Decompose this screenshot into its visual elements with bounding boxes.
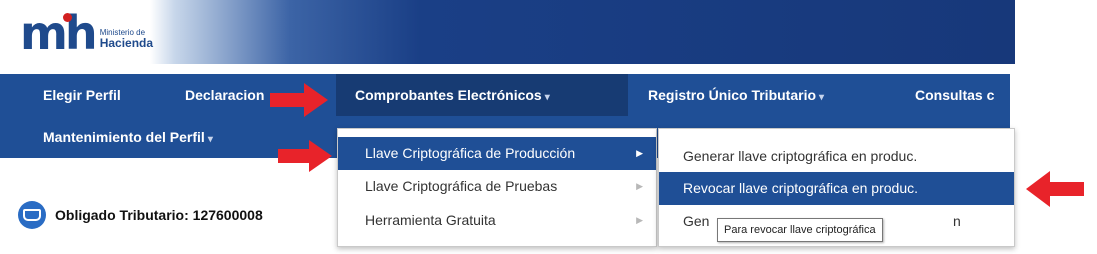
submenu-llave-produccion-label: Llave Criptográfica de Producción <box>365 145 576 161</box>
nav-registro-unico-tributario[interactable]: Registro Único Tributario ▾ <box>648 74 824 116</box>
nav-mantenimiento-label: Mantenimiento del Perfil <box>43 129 205 145</box>
caret-down-icon: ▾ <box>819 92 825 103</box>
flyout-third-label-start: Gen <box>683 213 710 229</box>
nav-mantenimiento-perfil[interactable]: Mantenimiento del Perfil ▾ <box>43 116 213 158</box>
caret-right-icon: ▶ <box>636 148 643 158</box>
nav-consultas[interactable]: Consultas c <box>915 74 994 116</box>
nav-elegir-perfil[interactable]: Elegir Perfil <box>43 74 121 116</box>
caret-down-icon: ▾ <box>544 92 550 103</box>
flyout-generar-label: Generar llave criptográfica en produc. <box>683 148 918 164</box>
logo-line2: Hacienda <box>99 36 154 50</box>
red-arrow-icon <box>270 83 328 117</box>
flyout-generar-llave[interactable]: Generar llave criptográfica en produc. <box>659 140 1014 173</box>
submenu-herramienta-gratuita[interactable]: Herramienta Gratuita ▶ <box>338 204 656 237</box>
obligado-label: Obligado Tributario: 127600008 <box>55 207 263 223</box>
nav-comprobantes-label: Comprobantes Electrónicos <box>355 87 542 103</box>
obligado-tributario: Obligado Tributario: 127600008 <box>18 195 263 235</box>
submenu-llave-pruebas-label: Llave Criptográfica de Pruebas <box>365 178 558 194</box>
caret-right-icon: ▶ <box>636 181 643 191</box>
submenu-llave-produccion[interactable]: Llave Criptográfica de Producción ▶ <box>338 137 656 170</box>
submenu-llave-pruebas[interactable]: Llave Criptográfica de Pruebas ▶ <box>338 170 656 203</box>
submenu-herramienta-label: Herramienta Gratuita <box>365 212 496 228</box>
nav-declaraciones[interactable]: Declaracion <box>185 74 264 116</box>
flyout-revocar-llave[interactable]: Revocar llave criptográfica en produc. <box>659 172 1014 205</box>
red-arrow-icon <box>1026 171 1084 207</box>
nav-registro-label: Registro Único Tributario <box>648 87 817 103</box>
nav-consultas-label: Consultas c <box>915 87 995 103</box>
caret-down-icon: ▾ <box>207 134 213 145</box>
flyout-third-label-end: n <box>953 213 961 229</box>
nav-elegir-perfil-label: Elegir Perfil <box>43 87 121 103</box>
logo-mh: mh <box>20 6 98 60</box>
flyout-revocar-label: Revocar llave criptográfica en produc. <box>683 180 919 196</box>
red-arrow-icon <box>278 140 332 172</box>
tooltip: Para revocar llave criptográfica <box>717 218 883 242</box>
nav-row-1: Elegir Perfil Declaracion Comprobantes E… <box>0 74 1010 116</box>
logo-mark: mh <box>20 10 98 56</box>
caret-right-icon: ▶ <box>636 215 643 225</box>
nav-comprobantes-electronicos[interactable]: Comprobantes Electrónicos ▾ <box>336 74 628 116</box>
nav-declaraciones-label: Declaracion <box>185 87 265 103</box>
comprobantes-submenu: Llave Criptográfica de Producción ▶ Llav… <box>337 128 657 247</box>
logo-text: Ministerio de Hacienda <box>100 16 153 50</box>
hacienda-logo[interactable]: mh Ministerio de Hacienda <box>20 10 153 56</box>
user-circle-icon <box>18 201 46 229</box>
logo-dot <box>62 13 72 22</box>
site-header: mh Ministerio de Hacienda <box>0 0 1015 64</box>
